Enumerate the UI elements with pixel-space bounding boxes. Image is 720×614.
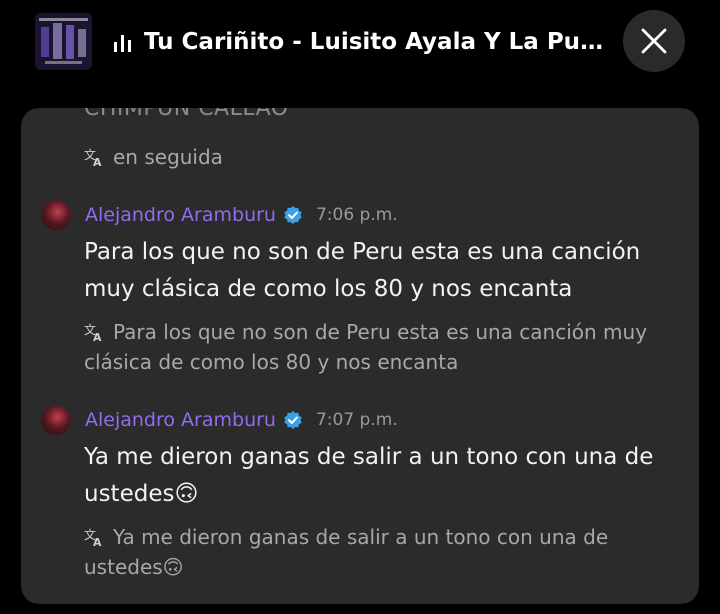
translation-line: 文 A Para los que no son de Peru esta es … [84, 317, 664, 377]
verified-badge-icon [284, 411, 302, 429]
author-name[interactable]: Alejandro Aramburu [85, 409, 276, 431]
live-chat-panel[interactable]: CHIMPUN CALLAO 文 A en seguida Alejandro … [21, 108, 699, 604]
translate-icon: 文 A [84, 147, 102, 167]
close-button[interactable] [623, 10, 685, 72]
translate-icon: 文 A [84, 322, 102, 342]
author-name[interactable]: Alejandro Aramburu [85, 204, 276, 226]
message-time: 7:06 p.m. [315, 205, 398, 225]
translation-text: Para los que no son de Peru esta es una … [84, 320, 648, 374]
translation-text: en seguida [113, 145, 223, 169]
translation-text: Ya me dieron ganas de salir a un tono co… [84, 525, 609, 579]
avatar[interactable] [41, 405, 71, 435]
avatar[interactable] [41, 200, 71, 230]
message-time: 7:07 p.m. [315, 410, 398, 430]
song-title: Tu Cariñito - Luisito Ayala Y La Puerto … [144, 29, 604, 55]
previous-message-text: CHIMPUN CALLAO [84, 108, 289, 121]
close-icon [641, 28, 667, 54]
translate-icon: 文 A [84, 527, 102, 547]
equalizer-icon [114, 35, 131, 52]
song-title-row[interactable]: Tu Cariñito - Luisito Ayala Y La Puerto … [112, 26, 604, 58]
translation-line: 文 A Ya me dieron ganas de salir a un ton… [84, 522, 664, 582]
album-art-image [35, 13, 92, 70]
translation-line: 文 A en seguida [84, 142, 664, 172]
chat-message-header: Alejandro Aramburu 7:06 p.m. [41, 199, 398, 231]
message-text: Para los que no son de Peru esta es una … [84, 239, 641, 302]
album-art[interactable] [35, 13, 92, 70]
message-text: Ya me dieron ganas de salir a un tono co… [84, 444, 654, 507]
now-playing-header: Tu Cariñito - Luisito Ayala Y La Puerto … [0, 0, 720, 92]
chat-message-header: Alejandro Aramburu 7:07 p.m. [41, 404, 398, 436]
verified-badge-icon [284, 206, 302, 224]
svg-text:A: A [93, 156, 102, 167]
svg-text:A: A [93, 331, 102, 342]
svg-text:A: A [93, 536, 102, 547]
